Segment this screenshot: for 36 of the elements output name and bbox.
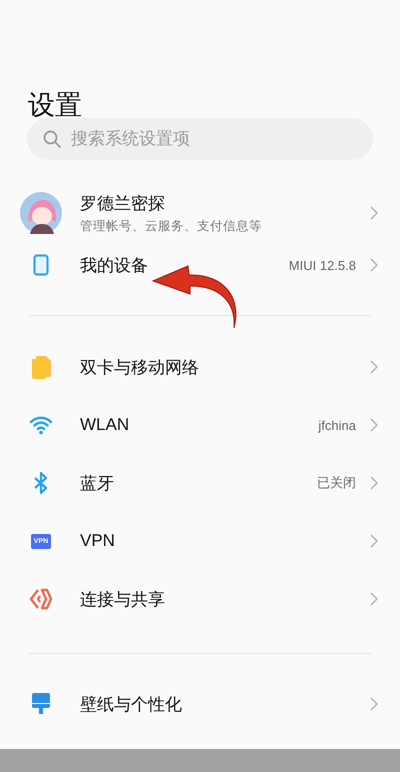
item-label: VPN <box>80 531 116 551</box>
settings-item[interactable]: 蓝牙 已关闭 <box>0 454 400 512</box>
item-value: jfchina <box>318 418 356 432</box>
item-value: MIUI 12.5.8 <box>288 258 356 272</box>
wifi-icon <box>29 415 53 435</box>
brush-icon <box>31 693 51 715</box>
settings-item[interactable]: WLAN jfchina <box>0 396 400 454</box>
avatar <box>20 192 62 234</box>
phone-icon <box>33 254 49 276</box>
page-title: 设置 <box>28 92 83 118</box>
item-label: 壁纸与个性化 <box>80 694 183 716</box>
search-field[interactable]: 搜索系统设置项 <box>27 118 373 160</box>
item-label: 我的设备 <box>80 254 149 276</box>
settings-item[interactable]: 我的设备 MIUI 12.5.8 <box>0 236 400 294</box>
settings-item[interactable]: 连接与共享 <box>0 570 400 628</box>
item-value: 已关闭 <box>317 474 356 492</box>
chevron-icon <box>370 697 378 711</box>
account-row[interactable]: 罗德兰密探 管理帐号、云服务、支付信息等 <box>0 190 400 236</box>
item-label: WLAN <box>80 415 130 435</box>
item-label: 连接与共享 <box>80 588 166 610</box>
chevron-icon <box>370 360 378 374</box>
chevron-icon <box>370 418 378 432</box>
account-name: 罗德兰密探 <box>80 192 166 214</box>
settings-item[interactable]: 壁纸与个性化 <box>0 675 400 733</box>
chevron-icon <box>370 592 378 606</box>
settings-item[interactable]: 双卡与移动网络 <box>0 338 400 396</box>
sim-cards-icon <box>30 355 52 379</box>
account-subtitle: 管理帐号、云服务、支付信息等 <box>80 218 263 234</box>
bluetooth-icon <box>33 471 49 495</box>
chevron-icon <box>370 476 378 490</box>
chevron-icon <box>370 258 378 272</box>
item-label: 蓝牙 <box>80 472 115 494</box>
item-label: 双卡与移动网络 <box>80 356 200 378</box>
share-icon <box>29 588 53 610</box>
chevron-icon <box>370 206 378 220</box>
chevron-icon <box>370 534 378 548</box>
